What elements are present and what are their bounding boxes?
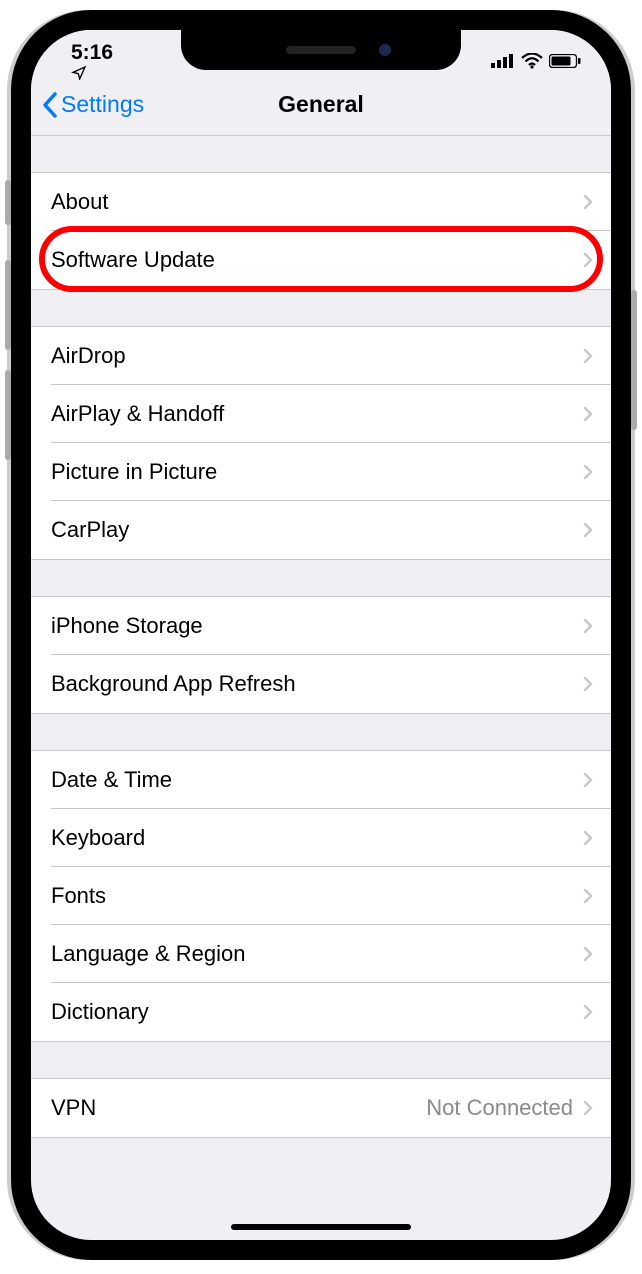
notch xyxy=(181,30,461,70)
chevron-right-icon xyxy=(583,348,593,364)
row-label: Date & Time xyxy=(51,767,583,793)
row-label: CarPlay xyxy=(51,517,583,543)
row-label: Software Update xyxy=(51,247,583,273)
home-indicator[interactable] xyxy=(231,1224,411,1230)
chevron-right-icon xyxy=(583,618,593,634)
row-label: AirDrop xyxy=(51,343,583,369)
volume-up-button xyxy=(5,260,11,350)
location-arrow-icon xyxy=(71,65,117,81)
row-detail: Not Connected xyxy=(426,1095,573,1121)
settings-row-vpn[interactable]: VPNNot Connected xyxy=(31,1079,611,1137)
settings-row-software-update[interactable]: Software Update xyxy=(31,231,611,289)
row-label: Dictionary xyxy=(51,999,583,1025)
status-right xyxy=(491,53,581,69)
settings-row-about[interactable]: About xyxy=(31,173,611,231)
row-label: VPN xyxy=(51,1095,426,1121)
settings-row-date-time[interactable]: Date & Time xyxy=(31,751,611,809)
chevron-right-icon xyxy=(583,1004,593,1020)
chevron-right-icon xyxy=(583,676,593,692)
settings-row-iphone-storage[interactable]: iPhone Storage xyxy=(31,597,611,655)
screen: 5:16 xyxy=(31,30,611,1240)
row-label: AirPlay & Handoff xyxy=(51,401,583,427)
settings-row-dictionary[interactable]: Dictionary xyxy=(31,983,611,1041)
status-left: 5:16 xyxy=(71,41,117,81)
chevron-right-icon xyxy=(583,772,593,788)
nav-bar: Settings General xyxy=(31,80,611,136)
settings-list[interactable]: About Software Update AirDrop AirPlay & Han… xyxy=(31,172,611,1138)
settings-row-language-region[interactable]: Language & Region xyxy=(31,925,611,983)
status-time: 5:16 xyxy=(71,41,113,64)
cellular-signal-icon xyxy=(491,54,515,68)
row-label: Language & Region xyxy=(51,941,583,967)
back-button[interactable]: Settings xyxy=(41,91,144,119)
row-label: Background App Refresh xyxy=(51,671,583,697)
chevron-right-icon xyxy=(583,1100,593,1116)
settings-row-airdrop[interactable]: AirDrop xyxy=(31,327,611,385)
mute-switch xyxy=(5,180,11,225)
row-label: Picture in Picture xyxy=(51,459,583,485)
chevron-right-icon xyxy=(583,252,593,268)
settings-group: VPNNot Connected xyxy=(31,1078,611,1138)
volume-down-button xyxy=(5,370,11,460)
settings-row-background-app-refresh[interactable]: Background App Refresh xyxy=(31,655,611,713)
wifi-icon xyxy=(521,53,543,69)
chevron-right-icon xyxy=(583,830,593,846)
settings-group: iPhone Storage Background App Refresh xyxy=(31,596,611,714)
power-button xyxy=(631,290,637,430)
chevron-right-icon xyxy=(583,406,593,422)
row-label: About xyxy=(51,189,583,215)
settings-group: AirDrop AirPlay & Handoff Picture in Pictu… xyxy=(31,326,611,560)
settings-row-picture-in-picture[interactable]: Picture in Picture xyxy=(31,443,611,501)
row-label: iPhone Storage xyxy=(51,613,583,639)
chevron-right-icon xyxy=(583,946,593,962)
settings-row-keyboard[interactable]: Keyboard xyxy=(31,809,611,867)
settings-group: Date & Time Keyboard Fonts Language & Regio… xyxy=(31,750,611,1042)
settings-row-fonts[interactable]: Fonts xyxy=(31,867,611,925)
settings-row-airplay-handoff[interactable]: AirPlay & Handoff xyxy=(31,385,611,443)
chevron-left-icon xyxy=(41,91,59,119)
battery-icon xyxy=(549,54,581,68)
phone-frame: 5:16 xyxy=(11,10,631,1260)
settings-row-carplay[interactable]: CarPlay xyxy=(31,501,611,559)
chevron-right-icon xyxy=(583,194,593,210)
back-label: Settings xyxy=(61,91,144,118)
chevron-right-icon xyxy=(583,522,593,538)
chevron-right-icon xyxy=(583,464,593,480)
settings-group: About Software Update xyxy=(31,172,611,290)
row-label: Keyboard xyxy=(51,825,583,851)
speaker-grille xyxy=(286,46,356,54)
row-label: Fonts xyxy=(51,883,583,909)
front-camera xyxy=(379,44,391,56)
chevron-right-icon xyxy=(583,888,593,904)
